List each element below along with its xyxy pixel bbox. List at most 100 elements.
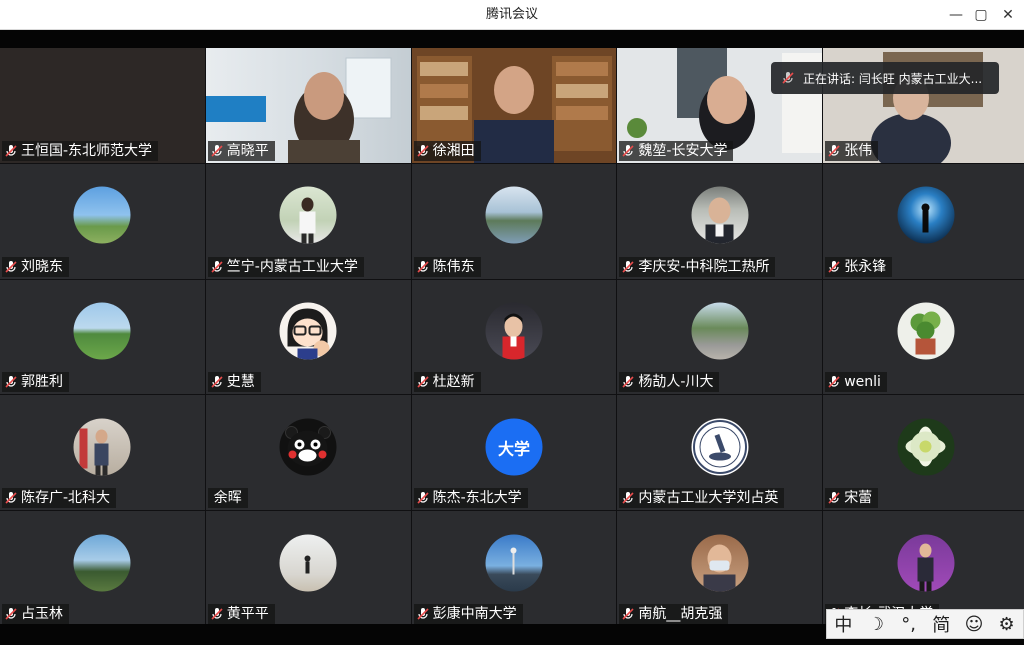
avatar — [73, 186, 131, 244]
participant-tile[interactable]: 徐湘田 — [411, 48, 617, 163]
participant-tile[interactable]: 宋蕾 — [823, 395, 1024, 511]
ime-chinese-mode-button[interactable]: 中 — [830, 611, 856, 637]
mic-muted-icon — [417, 492, 429, 504]
name-label: 宋蕾 — [825, 488, 879, 509]
mic-muted-icon — [622, 376, 634, 388]
name-label: 陈伟东 — [413, 256, 481, 277]
participant-name: 黄平平 — [226, 605, 269, 622]
participant-tile[interactable]: 张永锋 — [823, 163, 1024, 279]
name-label: 余晖 — [207, 488, 248, 509]
participant-name: wenli — [844, 374, 881, 391]
name-label: 内蒙古工业大学刘占英 — [619, 488, 785, 509]
participant-tile[interactable]: 陈存广-北科大 — [0, 395, 205, 511]
top-strip — [0, 30, 1024, 48]
mic-muted-icon — [828, 260, 840, 273]
window-title: 腾讯会议 — [485, 7, 538, 22]
avatar — [279, 534, 337, 592]
participant-name: 李庆安-中科院工热所 — [638, 258, 770, 275]
name-label: 南航__胡克强 — [619, 603, 729, 624]
participant-tile[interactable]: 李庆安-中科院工热所 — [617, 163, 823, 279]
participant-name: 南航__胡克强 — [638, 605, 723, 622]
participant-name: 陈存广-北科大 — [21, 490, 111, 507]
participant-tile[interactable]: 黄平平 — [205, 511, 411, 626]
participant-tile[interactable]: 高晓平 — [205, 48, 411, 163]
name-label: 杜赵新 — [413, 372, 481, 393]
avatar — [897, 534, 955, 592]
avatar: 大学 — [485, 418, 543, 476]
participant-name: 陈伟东 — [432, 258, 475, 275]
avatar — [73, 302, 131, 360]
participant-name: 宋蕾 — [844, 490, 873, 507]
name-label: 陈杰-东北大学 — [413, 488, 528, 509]
participant-tile[interactable]: 彭康中南大学 — [411, 511, 617, 626]
mic-muted-icon — [211, 376, 223, 388]
avatar — [897, 186, 955, 244]
participant-name: 陈杰-东北大学 — [432, 490, 522, 507]
name-label: 黄平平 — [207, 603, 275, 624]
mic-muted-icon — [417, 607, 429, 620]
avatar — [73, 534, 131, 592]
ime-simplified-button[interactable]: 简 — [928, 611, 954, 637]
participant-tile[interactable]: 刘晓东 — [0, 163, 205, 279]
name-label: 高晓平 — [207, 140, 275, 161]
participant-grid: 王恒国-东北师范大学 高晓平 徐湘田 魏堃-长安大学 张伟 刘晓东 竺宁-内蒙古… — [0, 48, 1024, 626]
participant-tile[interactable]: 大学 陈杰-东北大学 — [411, 395, 617, 511]
name-label: 陈存广-北科大 — [2, 488, 117, 509]
participant-tile[interactable]: 杨劼人-川大 — [617, 279, 823, 395]
ime-punctuation-button[interactable]: °, — [896, 611, 922, 637]
participant-tile[interactable]: 南航__胡克强 — [617, 511, 823, 626]
name-label: 彭康中南大学 — [413, 603, 523, 624]
avatar — [691, 534, 749, 592]
mic-muted-icon — [622, 144, 634, 157]
mic-muted-icon — [211, 144, 223, 157]
name-label: wenli — [825, 372, 887, 393]
avatar — [485, 302, 543, 360]
participant-name: 余晖 — [213, 490, 242, 507]
title-bar: 腾讯会议 — ▢ ✕ — [0, 0, 1024, 30]
avatar — [279, 418, 337, 476]
participant-tile[interactable]: 内蒙古工业大学刘占英 — [617, 395, 823, 511]
name-label: 郭胜利 — [2, 372, 69, 393]
participant-name: 史慧 — [226, 374, 255, 391]
ime-emoji-icon[interactable]: ☺ — [961, 611, 987, 637]
participant-tile[interactable]: 王恒国-东北师范大学 — [0, 48, 205, 163]
name-label: 史慧 — [207, 372, 261, 393]
mic-muted-icon — [828, 492, 840, 504]
mic-muted-icon — [417, 376, 429, 388]
participant-tile[interactable]: 余晖 — [205, 395, 411, 511]
participant-tile[interactable]: 陈伟东 — [411, 163, 617, 279]
close-button[interactable]: ✕ — [992, 0, 1024, 30]
name-label: 占玉林 — [2, 603, 69, 624]
avatar — [485, 186, 543, 244]
participant-tile[interactable]: 竺宁-内蒙古工业大学 — [205, 163, 411, 279]
participant-name: 竺宁-内蒙古工业大学 — [226, 258, 358, 275]
participant-tile[interactable]: 史慧 — [205, 279, 411, 395]
participant-name: 占玉林 — [21, 605, 63, 622]
mic-muted-icon — [211, 260, 223, 273]
mic-muted-icon — [5, 260, 17, 273]
name-label: 刘晓东 — [2, 256, 69, 277]
ime-settings-icon[interactable]: ⚙ — [994, 611, 1020, 637]
avatar — [485, 534, 543, 592]
participant-tile[interactable]: 杜赵新 — [411, 279, 617, 395]
name-label: 杨劼人-川大 — [619, 372, 720, 393]
participant-name: 张伟 — [844, 142, 873, 159]
name-label: 王恒国-东北师范大学 — [2, 140, 159, 161]
participant-tile[interactable]: 郭胜利 — [0, 279, 205, 395]
participant-name: 高晓平 — [226, 142, 269, 159]
participant-name: 内蒙古工业大学刘占英 — [638, 490, 779, 507]
avatar — [691, 302, 749, 360]
mic-muted-icon — [417, 144, 429, 157]
mic-muted-icon — [5, 376, 17, 388]
ime-moon-icon[interactable]: ☽ — [863, 611, 889, 637]
name-label: 张伟 — [825, 140, 879, 161]
participant-name: 彭康中南大学 — [432, 605, 517, 622]
avatar — [691, 186, 749, 244]
name-label: 徐湘田 — [413, 140, 481, 161]
avatar — [279, 302, 337, 360]
avatar — [279, 186, 337, 244]
mic-muted-icon — [5, 144, 17, 157]
participant-tile[interactable]: wenli — [823, 279, 1024, 395]
name-label: 李庆安-中科院工热所 — [619, 256, 776, 277]
participant-tile[interactable]: 占玉林 — [0, 511, 205, 626]
